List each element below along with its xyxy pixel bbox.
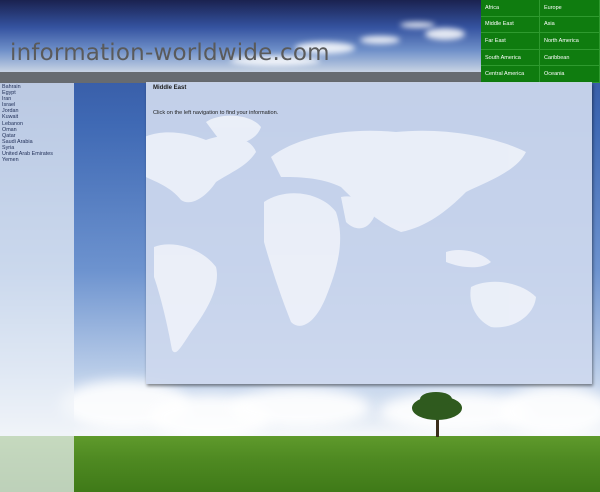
- sidebar-item-yemen[interactable]: Yemen: [2, 157, 74, 163]
- site-title: information-worldwide.com: [10, 40, 330, 66]
- region-link-north-america[interactable]: North America: [540, 33, 600, 50]
- region-link-middle-east[interactable]: Middle East: [481, 16, 540, 34]
- country-list: Bahrain Egypt Iran Israel Jordan Kuwait …: [0, 83, 74, 163]
- region-link-oceania[interactable]: Oceania: [540, 66, 600, 83]
- country-sidebar: Bahrain Egypt Iran Israel Jordan Kuwait …: [0, 83, 74, 492]
- region-link-far-east[interactable]: Far East: [481, 33, 540, 50]
- region-link-central-america[interactable]: Central America: [481, 66, 540, 83]
- page-title: Middle East: [153, 85, 187, 91]
- content-panel: Middle East Click on the left navigation…: [146, 82, 592, 384]
- region-link-caribbean[interactable]: Caribbean: [540, 49, 600, 67]
- region-link-europe[interactable]: Europe: [540, 0, 600, 17]
- grass-field: [0, 436, 600, 492]
- instruction-text: Click on the left navigation to find you…: [153, 110, 279, 116]
- region-nav: Africa Europe Middle East Asia Far East …: [481, 0, 600, 83]
- region-link-asia[interactable]: Asia: [540, 16, 600, 34]
- region-link-south-america[interactable]: South America: [481, 49, 540, 67]
- region-link-africa[interactable]: Africa: [481, 0, 540, 17]
- world-map-image: [146, 115, 536, 353]
